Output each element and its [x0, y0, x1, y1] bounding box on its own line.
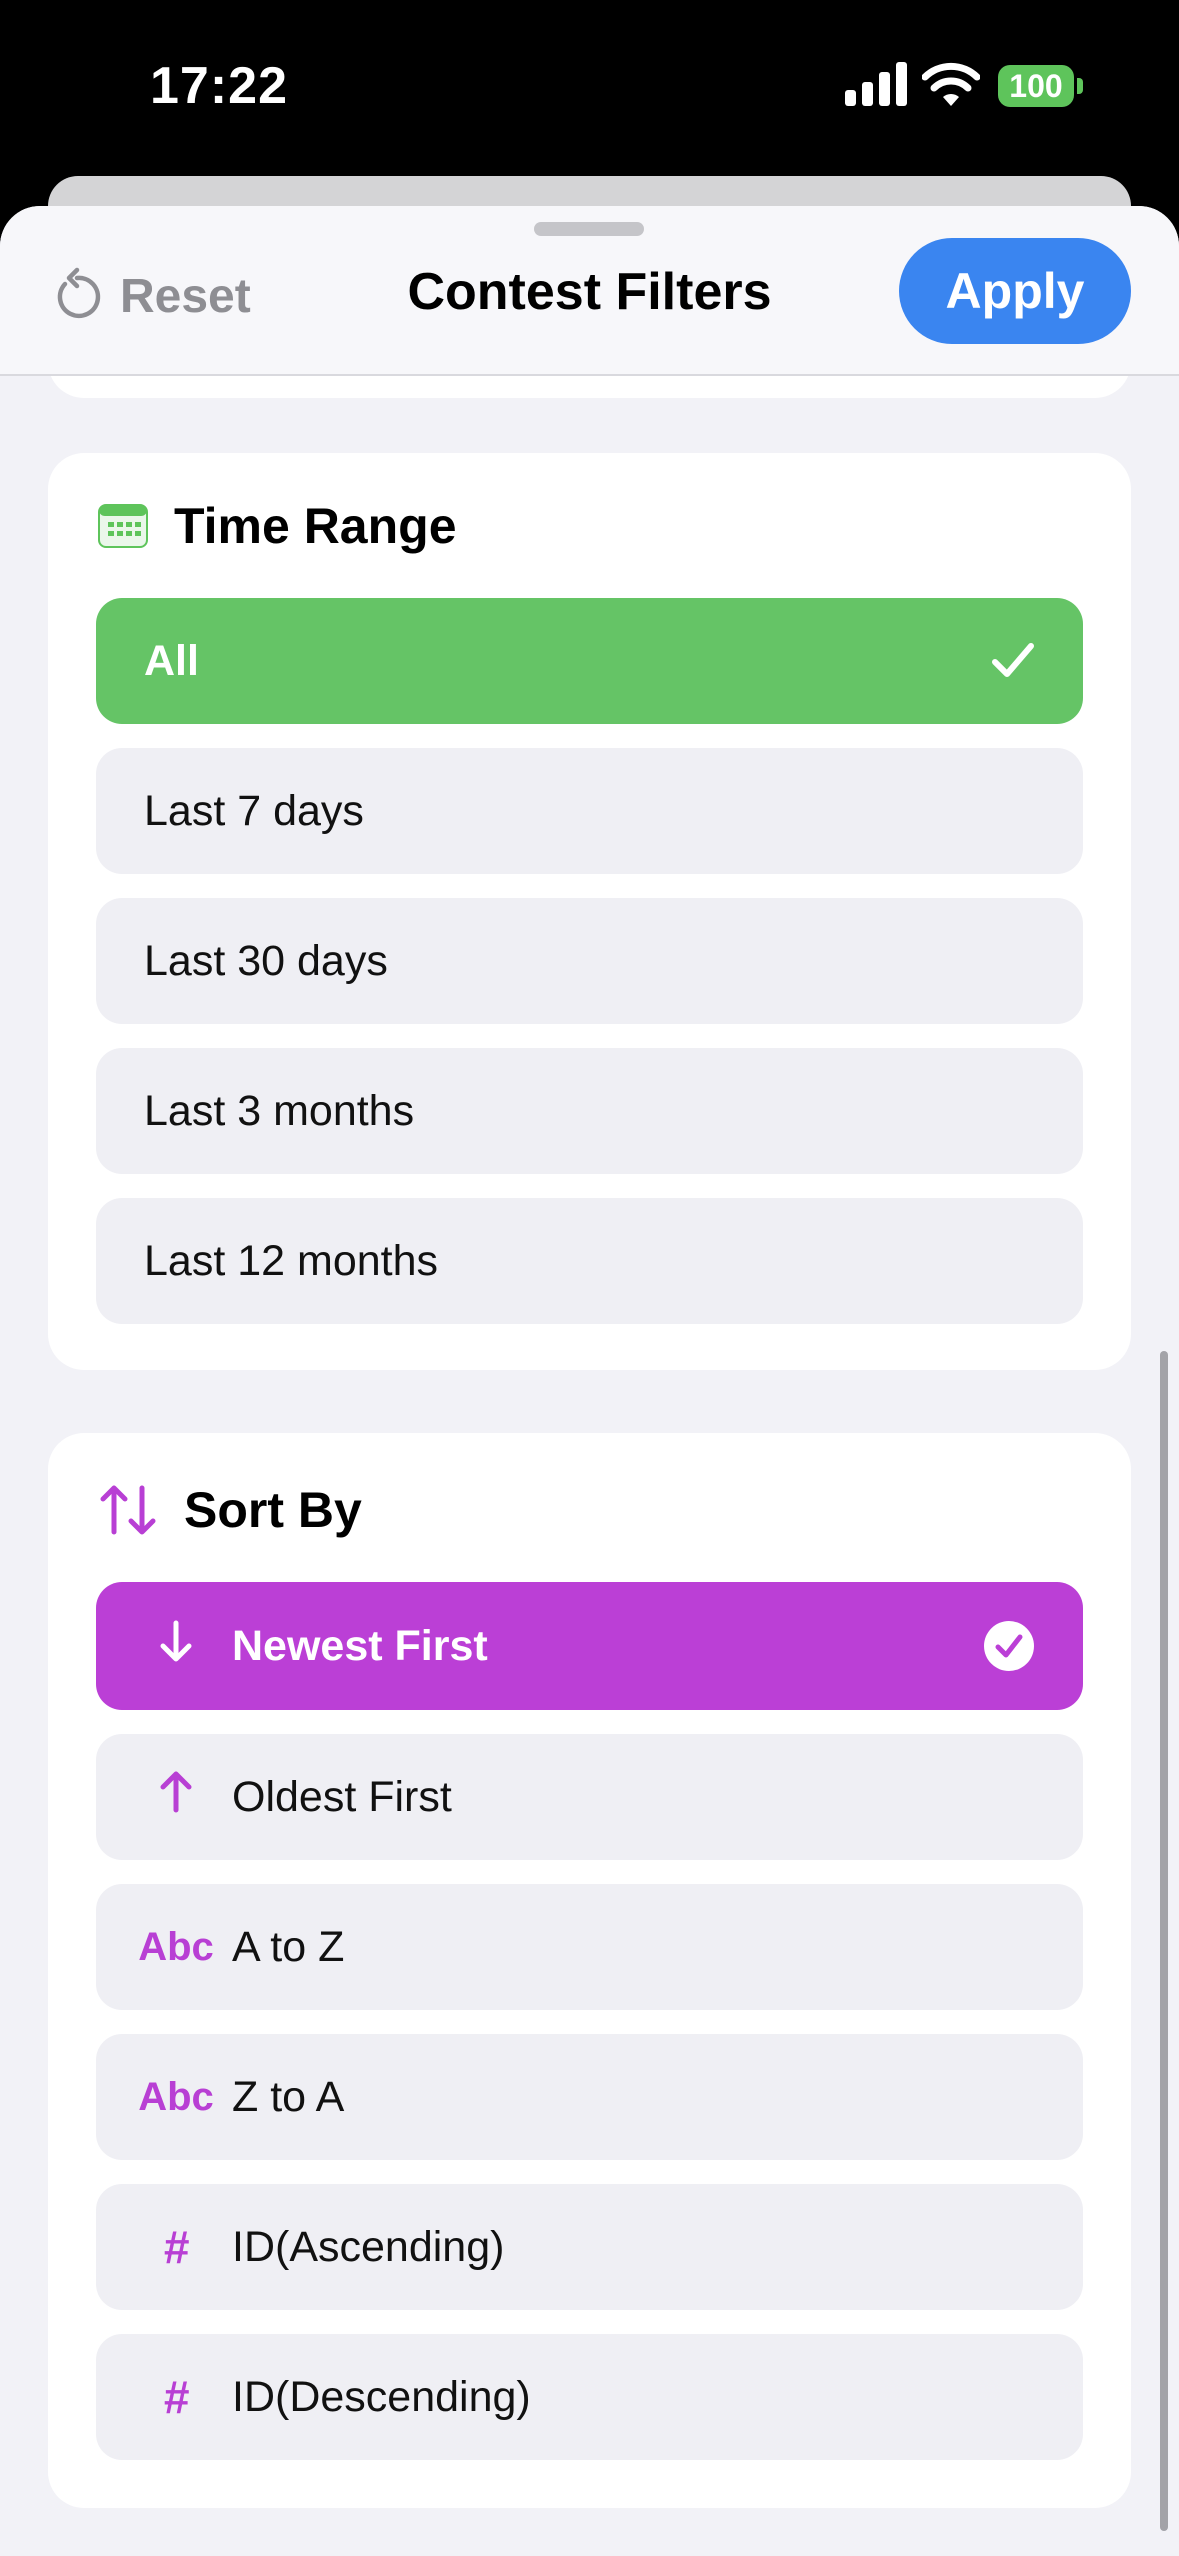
sort-arrows-icon: [100, 1485, 156, 1535]
time-option-label: All: [144, 636, 199, 685]
time-option-label: Last 30 days: [144, 936, 388, 985]
wifi-icon: [922, 62, 980, 106]
sort-by-title: Sort By: [184, 1482, 362, 1538]
sheet-header: Reset Contest Filters Apply: [0, 206, 1179, 376]
apply-button[interactable]: Apply: [899, 238, 1131, 344]
time-option-last-3-months[interactable]: Last 3 months: [96, 1048, 1083, 1174]
sort-option-label: Z to A: [232, 2072, 345, 2121]
abc-icon: Abc: [138, 1924, 214, 1969]
sort-option-z-to-a[interactable]: Abc Z to A: [96, 2034, 1083, 2160]
time-range-title: Time Range: [174, 498, 457, 554]
sort-option-id-descending[interactable]: # ID(Descending): [96, 2334, 1083, 2460]
time-option-all[interactable]: All: [96, 598, 1083, 724]
time-option-last-30-days[interactable]: Last 30 days: [96, 898, 1083, 1024]
time-option-last-12-months[interactable]: Last 12 months: [96, 1198, 1083, 1324]
sort-option-oldest-first[interactable]: Oldest First: [96, 1734, 1083, 1860]
scroll-indicator[interactable]: [1160, 1351, 1168, 2531]
sort-option-id-ascending[interactable]: # ID(Ascending): [96, 2184, 1083, 2310]
filter-sheet: Reset Contest Filters Apply Time Range A…: [0, 206, 1179, 2556]
time-option-label: Last 12 months: [144, 1236, 439, 1285]
hash-icon: #: [163, 2221, 189, 2273]
status-time: 17:22: [150, 57, 288, 115]
time-option-last-7-days[interactable]: Last 7 days: [96, 748, 1083, 874]
time-range-header: Time Range: [98, 497, 457, 555]
sort-option-label: ID(Descending): [232, 2372, 531, 2421]
sort-option-label: Oldest First: [232, 1772, 452, 1821]
sheet-grabber[interactable]: [534, 222, 644, 236]
sort-option-label: A to Z: [232, 1922, 345, 1971]
arrow-up-icon: [134, 1770, 218, 1824]
sort-option-a-to-z[interactable]: Abc A to Z: [96, 1884, 1083, 2010]
time-option-label: Last 3 months: [144, 1086, 415, 1135]
sort-by-card: Sort By Newest First Oldest First Abc A …: [48, 1433, 1131, 2508]
sort-option-label: Newest First: [232, 1621, 488, 1670]
checkmark-circle-icon: [984, 1621, 1034, 1671]
battery-indicator: 100: [998, 65, 1074, 107]
hash-icon: #: [163, 2371, 189, 2423]
time-range-card: Time Range All Last 7 days Last 30 days …: [48, 453, 1131, 1370]
time-option-label: Last 7 days: [144, 786, 364, 835]
cellular-signal-icon: [845, 62, 907, 106]
checkmark-icon: [992, 643, 1034, 677]
sort-option-label: ID(Ascending): [232, 2222, 505, 2271]
sort-by-header: Sort By: [98, 1481, 362, 1539]
status-bar: 17:22 100: [0, 0, 1179, 200]
battery-tip: [1077, 78, 1083, 94]
sort-option-newest-first[interactable]: Newest First: [96, 1582, 1083, 1710]
arrow-down-icon: [134, 1619, 218, 1673]
calendar-icon: [98, 504, 148, 548]
abc-icon: Abc: [138, 2074, 214, 2119]
